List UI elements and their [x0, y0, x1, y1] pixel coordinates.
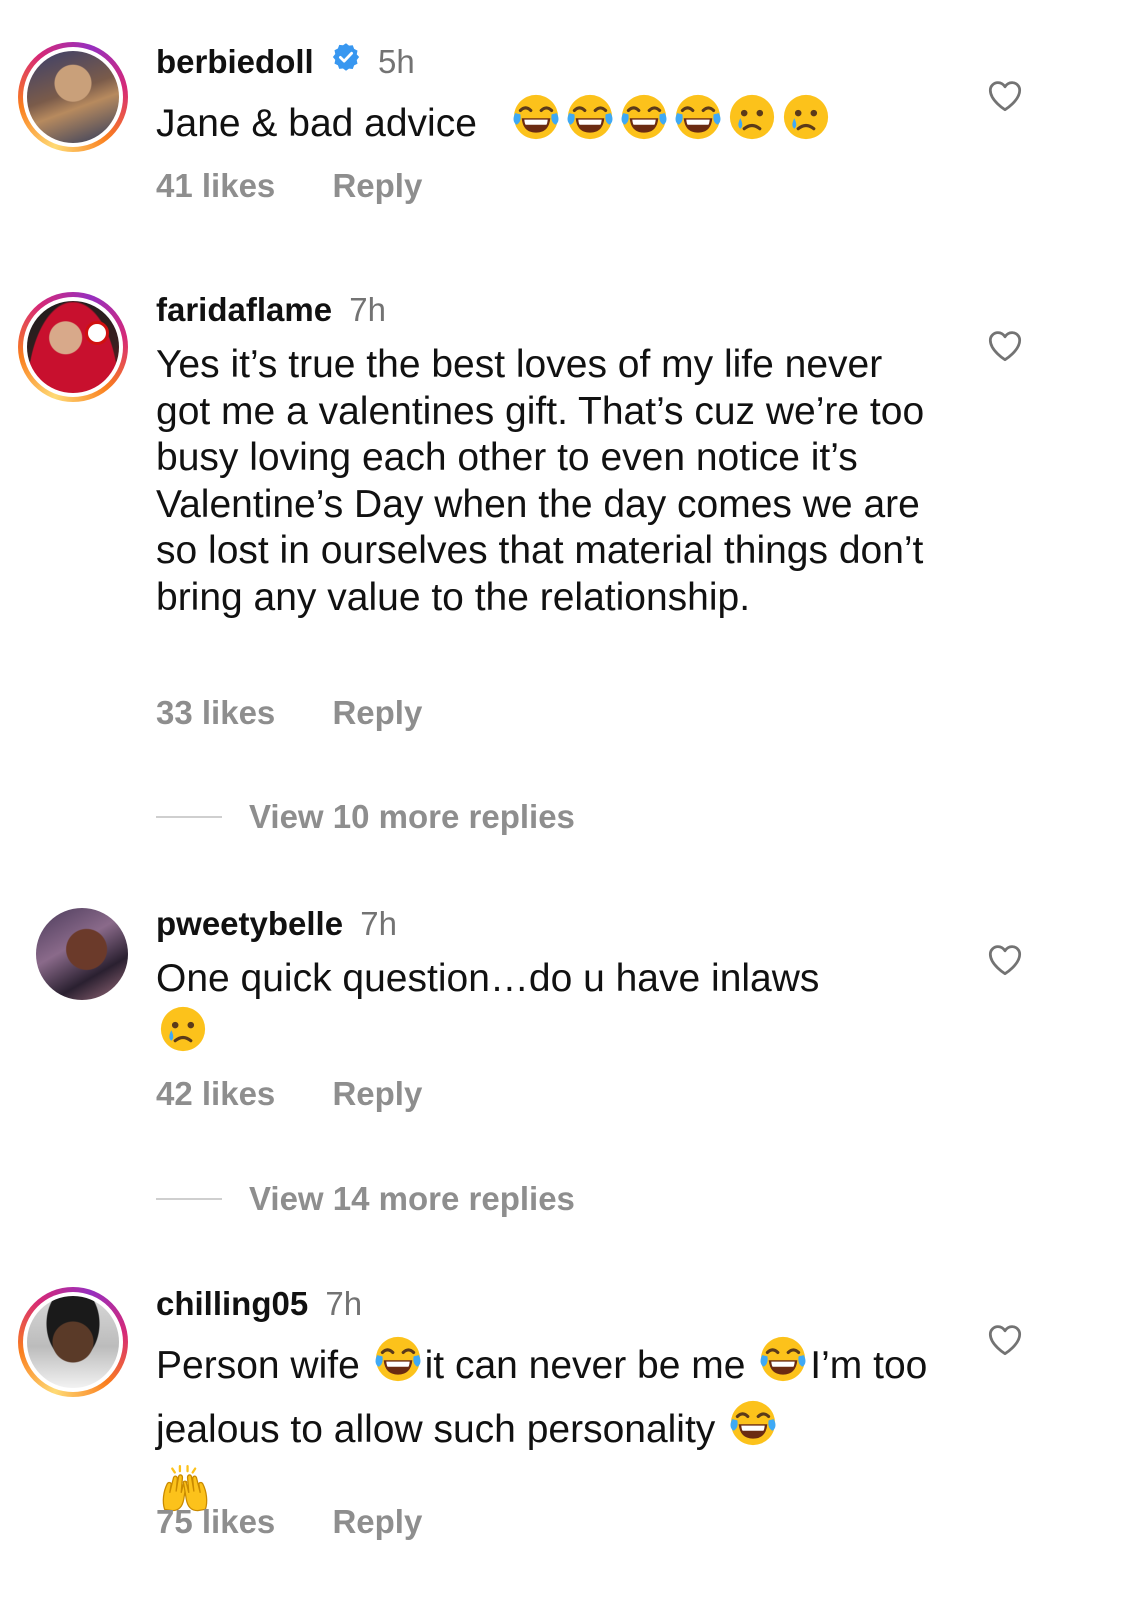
- joy-emoji-icon: [372, 1333, 424, 1397]
- view-more-replies[interactable]: View 10 more replies: [156, 798, 575, 836]
- reply-button[interactable]: Reply: [332, 1503, 422, 1540]
- joy-emoji-icon: [672, 91, 724, 155]
- comment-time: 7h: [325, 1285, 363, 1322]
- reply-button[interactable]: Reply: [332, 167, 422, 204]
- like-count[interactable]: 42 likes: [156, 1075, 275, 1112]
- username[interactable]: faridaflame: [156, 291, 332, 328]
- crying-emoji-icon: [780, 91, 832, 155]
- joy-emoji-icon: [564, 91, 616, 155]
- avatar-story-ring[interactable]: [18, 292, 128, 402]
- comment-text: Person wife it can never be me I’m too j…: [156, 1336, 946, 1527]
- like-count[interactable]: 41 likes: [156, 167, 275, 204]
- divider-line: [156, 1198, 222, 1200]
- avatar: [27, 51, 119, 143]
- divider-line: [156, 816, 222, 818]
- like-heart-icon[interactable]: [986, 942, 1024, 976]
- comment-time: 7h: [360, 905, 397, 942]
- crying-emoji-icon: [157, 1003, 209, 1067]
- crying-emoji-icon: [726, 91, 778, 155]
- avatar: [27, 1296, 119, 1388]
- comment-text-body: One quick question…do u have inlaws: [156, 957, 820, 1000]
- comment-text-part-1: Person wife: [156, 1344, 371, 1388]
- avatar-story-ring[interactable]: [18, 1287, 128, 1397]
- joy-emoji-icon: [510, 91, 562, 155]
- avatar[interactable]: [36, 908, 128, 1000]
- username[interactable]: pweetybelle: [156, 905, 343, 942]
- like-heart-icon[interactable]: [986, 78, 1024, 112]
- comment-text: One quick question…do u have inlaws: [156, 956, 946, 1066]
- comment-text: Yes it’s true the best loves of my life …: [156, 343, 925, 619]
- comment-text-body: Jane & bad advice: [156, 102, 477, 146]
- avatar: [27, 301, 119, 393]
- avatar-story-ring[interactable]: [18, 42, 128, 152]
- comment-time: 7h: [349, 291, 386, 328]
- view-more-replies-label[interactable]: View 14 more replies: [249, 1180, 575, 1218]
- verified-badge-icon: [331, 41, 361, 81]
- view-more-replies[interactable]: View 14 more replies: [156, 1180, 575, 1218]
- comment-text: Jane & bad advice: [156, 94, 946, 158]
- comment-time: 5h: [378, 43, 415, 80]
- reply-button[interactable]: Reply: [332, 694, 422, 731]
- username[interactable]: chilling05: [156, 1285, 308, 1322]
- view-more-replies-label[interactable]: View 10 more replies: [249, 798, 575, 836]
- joy-emoji-icon: [757, 1333, 809, 1397]
- like-heart-icon[interactable]: [986, 328, 1024, 362]
- like-heart-icon[interactable]: [986, 1322, 1024, 1356]
- joy-emoji-icon: [618, 91, 670, 155]
- reply-button[interactable]: Reply: [332, 1075, 422, 1112]
- comment-text-part-2: it can never be me: [424, 1344, 757, 1388]
- username[interactable]: berbiedoll: [156, 43, 314, 80]
- joy-emoji-icon: [727, 1397, 779, 1461]
- like-count[interactable]: 33 likes: [156, 694, 275, 731]
- like-count[interactable]: 75 likes: [156, 1503, 275, 1540]
